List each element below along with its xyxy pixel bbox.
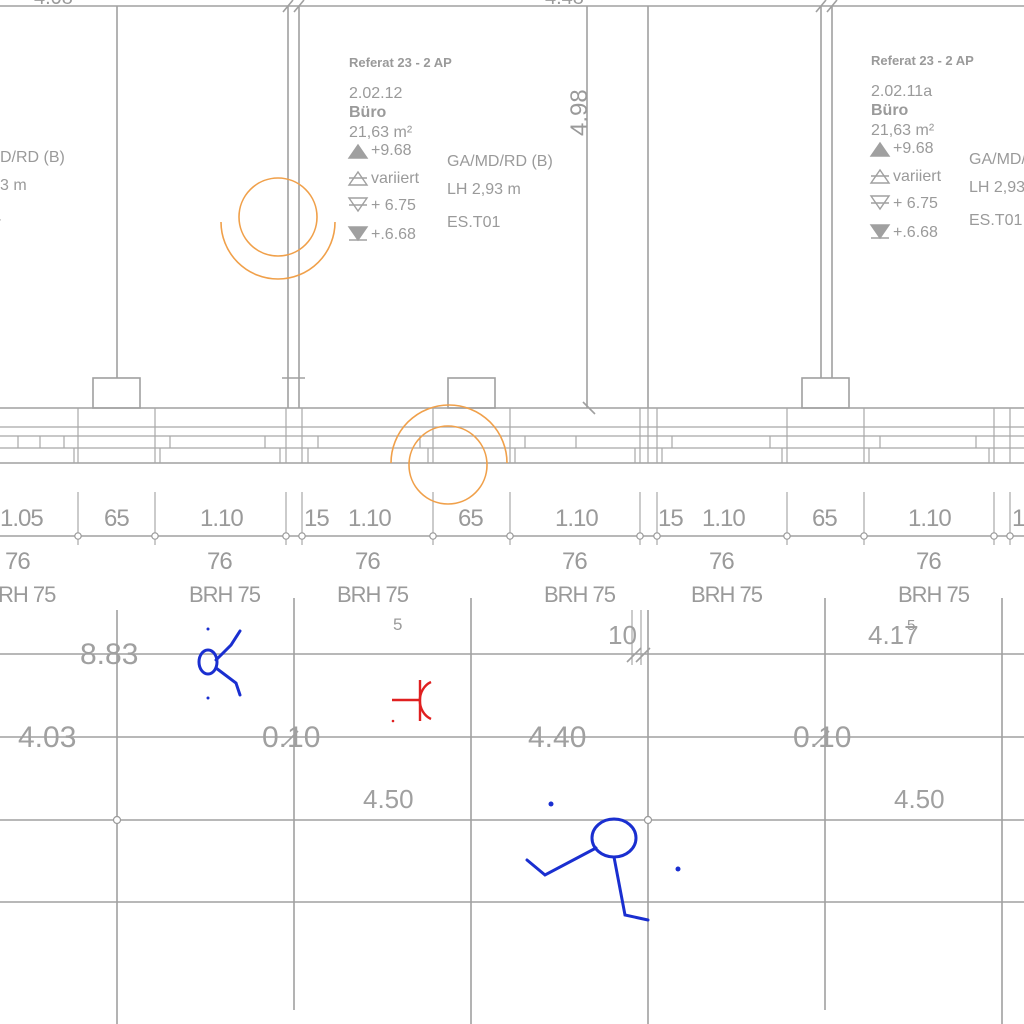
svg-text:76: 76 — [207, 548, 232, 575]
room-stamp-2-02-12: Referat 23 - 2 AP 2.02.12 Büro 21,63 m² … — [347, 55, 553, 243]
column-piers — [92, 377, 850, 409]
level-top: +9.68 — [371, 142, 412, 159]
blue-markup-sketch-small — [197, 627, 242, 700]
svg-text:76: 76 — [916, 548, 941, 575]
level-ceiling: variiert — [893, 168, 942, 185]
svg-text:8.83: 8.83 — [80, 638, 138, 671]
dim-label: 1.10 — [200, 505, 243, 532]
dim-label: 65 — [104, 505, 129, 532]
room-area: 21,63 m² — [871, 122, 935, 139]
svg-text:76: 76 — [5, 548, 30, 575]
svg-text:5: 5 — [393, 615, 402, 634]
level-top-symbol — [347, 143, 369, 159]
dim-label: 65 — [812, 505, 837, 532]
dim-label: 1.10 — [348, 505, 391, 532]
svg-text:BRH 75: BRH 75 — [898, 582, 970, 607]
floor-plan-drawing: 4.08 4.48 — [0, 0, 1024, 1024]
dim-label: 1.10 — [908, 505, 951, 532]
clear-height: LH 2,93 m — [969, 179, 1024, 196]
dim-label: 1.05 — [0, 505, 43, 532]
vertical-dimension: 4.98 — [566, 89, 593, 136]
floor-type: GA/MD/RD (B) — [969, 151, 1024, 168]
top-cut-label-mid: 4.48 — [545, 0, 584, 9]
svg-text:10: 10 — [608, 620, 637, 650]
dim-label: 1.10 — [702, 505, 745, 532]
svg-text:5: 5 — [907, 617, 915, 634]
level-floor: + 6.75 — [893, 195, 938, 212]
room-fragment-left: D/RD (B) 3 m - — [0, 149, 65, 228]
facade-window-band — [0, 407, 1024, 464]
svg-text:0.10: 0.10 — [262, 721, 320, 754]
lower-grid — [0, 598, 1024, 1024]
level-raw-symbol — [869, 224, 891, 240]
svg-text:4.40: 4.40 — [528, 721, 586, 754]
level-raw: +.6.68 — [893, 224, 938, 241]
level-ceiling: variiert — [371, 170, 420, 187]
window-dimension-labels: 1.05 65 1.10 15 1.10 65 1.10 15 1.10 65 … — [0, 505, 1024, 532]
top-cut-label-left: 4.08 — [34, 0, 73, 9]
dim-label: 15 — [658, 505, 683, 532]
svg-text:BRH 75: BRH 75 — [544, 582, 616, 607]
room-name: Büro — [349, 104, 387, 121]
svg-text:76: 76 — [709, 548, 734, 575]
svg-text:BRH 75: BRH 75 — [691, 582, 763, 607]
level-top-symbol — [869, 141, 891, 157]
svg-text:4.50: 4.50 — [894, 784, 945, 814]
red-markup-symbol — [391, 680, 432, 723]
level-raw: +.6.68 — [371, 226, 416, 243]
finish-code: ES.T01 — [447, 214, 500, 231]
dim-label: 15 — [304, 505, 329, 532]
clear-height: LH 2,93 m — [447, 181, 521, 198]
svg-text:RH 75: RH 75 — [0, 582, 56, 607]
svg-text:4.50: 4.50 — [363, 784, 414, 814]
room-stamp-2-02-11a: Referat 23 - 2 AP 2.02.11a Büro 21,63 m²… — [869, 53, 1024, 241]
window-dimension-line — [0, 492, 1024, 545]
svg-text:4.03: 4.03 — [18, 721, 76, 754]
room-department: Referat 23 - 2 AP — [871, 53, 974, 68]
floor-type: GA/MD/RD (B) — [447, 153, 553, 170]
svg-text:0.10: 0.10 — [793, 721, 851, 754]
svg-text:76: 76 — [562, 548, 587, 575]
room-name: Büro — [871, 102, 909, 119]
svg-text:D/RD (B): D/RD (B) — [0, 149, 65, 166]
level-top: +9.68 — [893, 140, 934, 157]
room-area: 21,63 m² — [349, 124, 413, 141]
room-department: Referat 23 - 2 AP — [349, 55, 452, 70]
level-floor: + 6.75 — [371, 197, 416, 214]
finish-code: ES.T01 — [969, 212, 1022, 229]
grid-labels: 8.83 4.03 0.10 4.40 0.10 4.50 4.50 4.17 … — [18, 615, 945, 814]
svg-text:3 m: 3 m — [0, 177, 27, 194]
svg-text:BRH 75: BRH 75 — [337, 582, 409, 607]
svg-text:-: - — [0, 211, 1, 228]
dim-label: 1.10 — [555, 505, 598, 532]
room-number: 2.02.12 — [349, 85, 402, 102]
dim-label: 65 — [458, 505, 483, 532]
level-raw-symbol — [347, 226, 369, 242]
svg-text:76: 76 — [355, 548, 380, 575]
interior-walls — [116, 0, 838, 415]
svg-text:BRH 75: BRH 75 — [189, 582, 261, 607]
dim-label: 1 — [1012, 505, 1024, 532]
room-number: 2.02.11a — [871, 83, 932, 100]
